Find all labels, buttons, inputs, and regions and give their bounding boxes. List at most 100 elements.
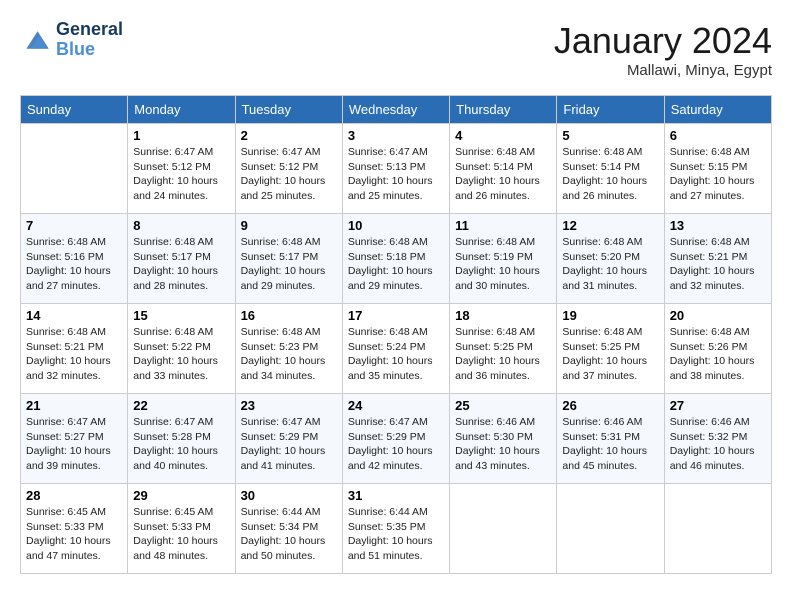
day-info: Sunrise: 6:47 AMSunset: 5:29 PMDaylight:… bbox=[348, 415, 444, 474]
table-row: 22 Sunrise: 6:47 AMSunset: 5:28 PMDayligh… bbox=[128, 394, 235, 484]
day-info: Sunrise: 6:47 AMSunset: 5:27 PMDaylight:… bbox=[26, 415, 122, 474]
location: Mallawi, Minya, Egypt bbox=[554, 62, 772, 79]
day-info: Sunrise: 6:48 AMSunset: 5:19 PMDaylight:… bbox=[455, 235, 551, 294]
table-row: 8 Sunrise: 6:48 AMSunset: 5:17 PMDaylight… bbox=[128, 214, 235, 304]
day-info: Sunrise: 6:47 AMSunset: 5:28 PMDaylight:… bbox=[133, 415, 229, 474]
day-number: 30 bbox=[241, 488, 337, 503]
day-info: Sunrise: 6:46 AMSunset: 5:31 PMDaylight:… bbox=[562, 415, 658, 474]
table-row: 14 Sunrise: 6:48 AMSunset: 5:21 PMDayligh… bbox=[21, 304, 128, 394]
day-number: 10 bbox=[348, 218, 444, 233]
day-info: Sunrise: 6:45 AMSunset: 5:33 PMDaylight:… bbox=[133, 505, 229, 564]
table-row bbox=[664, 484, 771, 574]
header-wednesday: Wednesday bbox=[342, 96, 449, 124]
calendar-table: Sunday Monday Tuesday Wednesday Thursday… bbox=[20, 95, 772, 574]
table-row bbox=[557, 484, 664, 574]
header-tuesday: Tuesday bbox=[235, 96, 342, 124]
day-info: Sunrise: 6:47 AMSunset: 5:29 PMDaylight:… bbox=[241, 415, 337, 474]
table-row: 6 Sunrise: 6:48 AMSunset: 5:15 PMDaylight… bbox=[664, 124, 771, 214]
table-row: 19 Sunrise: 6:48 AMSunset: 5:25 PMDayligh… bbox=[557, 304, 664, 394]
day-number: 31 bbox=[348, 488, 444, 503]
day-number: 8 bbox=[133, 218, 229, 233]
table-row: 18 Sunrise: 6:48 AMSunset: 5:25 PMDayligh… bbox=[450, 304, 557, 394]
calendar-row: 1 Sunrise: 6:47 AMSunset: 5:12 PMDaylight… bbox=[21, 124, 772, 214]
table-row: 25 Sunrise: 6:46 AMSunset: 5:30 PMDayligh… bbox=[450, 394, 557, 484]
day-number: 18 bbox=[455, 308, 551, 323]
day-number: 9 bbox=[241, 218, 337, 233]
table-row: 27 Sunrise: 6:46 AMSunset: 5:32 PMDayligh… bbox=[664, 394, 771, 484]
day-info: Sunrise: 6:48 AMSunset: 5:24 PMDaylight:… bbox=[348, 325, 444, 384]
day-info: Sunrise: 6:48 AMSunset: 5:14 PMDaylight:… bbox=[562, 145, 658, 204]
day-number: 21 bbox=[26, 398, 122, 413]
day-info: Sunrise: 6:48 AMSunset: 5:14 PMDaylight:… bbox=[455, 145, 551, 204]
day-info: Sunrise: 6:48 AMSunset: 5:20 PMDaylight:… bbox=[562, 235, 658, 294]
table-row: 23 Sunrise: 6:47 AMSunset: 5:29 PMDayligh… bbox=[235, 394, 342, 484]
day-number: 6 bbox=[670, 128, 766, 143]
logo: General Blue bbox=[20, 20, 123, 60]
day-number: 20 bbox=[670, 308, 766, 323]
day-info: Sunrise: 6:47 AMSunset: 5:13 PMDaylight:… bbox=[348, 145, 444, 204]
day-info: Sunrise: 6:46 AMSunset: 5:32 PMDaylight:… bbox=[670, 415, 766, 474]
day-info: Sunrise: 6:48 AMSunset: 5:21 PMDaylight:… bbox=[670, 235, 766, 294]
table-row: 15 Sunrise: 6:48 AMSunset: 5:22 PMDayligh… bbox=[128, 304, 235, 394]
day-number: 28 bbox=[26, 488, 122, 503]
table-row: 13Sunrise: 6:48 AMSunset: 5:21 PMDayligh… bbox=[664, 214, 771, 304]
day-info: Sunrise: 6:47 AMSunset: 5:12 PMDaylight:… bbox=[241, 145, 337, 204]
day-info: Sunrise: 6:44 AMSunset: 5:35 PMDaylight:… bbox=[348, 505, 444, 564]
header-monday: Monday bbox=[128, 96, 235, 124]
calendar-row: 7Sunrise: 6:48 AMSunset: 5:16 PMDaylight… bbox=[21, 214, 772, 304]
day-number: 4 bbox=[455, 128, 551, 143]
day-info: Sunrise: 6:47 AMSunset: 5:12 PMDaylight:… bbox=[133, 145, 229, 204]
page-header: General Blue January 2024 Mallawi, Minya… bbox=[20, 20, 772, 79]
logo-text: General Blue bbox=[56, 20, 123, 60]
day-info: Sunrise: 6:48 AMSunset: 5:15 PMDaylight:… bbox=[670, 145, 766, 204]
day-number: 16 bbox=[241, 308, 337, 323]
day-number: 14 bbox=[26, 308, 122, 323]
day-number: 29 bbox=[133, 488, 229, 503]
calendar-row: 21 Sunrise: 6:47 AMSunset: 5:27 PMDayligh… bbox=[21, 394, 772, 484]
table-row: 29 Sunrise: 6:45 AMSunset: 5:33 PMDayligh… bbox=[128, 484, 235, 574]
day-info: Sunrise: 6:48 AMSunset: 5:25 PMDaylight:… bbox=[455, 325, 551, 384]
day-number: 22 bbox=[133, 398, 229, 413]
table-row: 28 Sunrise: 6:45 AMSunset: 5:33 PMDayligh… bbox=[21, 484, 128, 574]
day-number: 19 bbox=[562, 308, 658, 323]
day-info: Sunrise: 6:48 AMSunset: 5:26 PMDaylight:… bbox=[670, 325, 766, 384]
table-row: 26 Sunrise: 6:46 AMSunset: 5:31 PMDayligh… bbox=[557, 394, 664, 484]
day-number: 5 bbox=[562, 128, 658, 143]
table-row: 5 Sunrise: 6:48 AMSunset: 5:14 PMDaylight… bbox=[557, 124, 664, 214]
table-row: 16Sunrise: 6:48 AMSunset: 5:23 PMDayligh… bbox=[235, 304, 342, 394]
title-block: January 2024 Mallawi, Minya, Egypt bbox=[554, 20, 772, 79]
logo-icon bbox=[20, 26, 52, 54]
calendar-row: 28 Sunrise: 6:45 AMSunset: 5:33 PMDayligh… bbox=[21, 484, 772, 574]
day-info: Sunrise: 6:45 AMSunset: 5:33 PMDaylight:… bbox=[26, 505, 122, 564]
header-saturday: Saturday bbox=[664, 96, 771, 124]
table-row: 30 Sunrise: 6:44 AMSunset: 5:34 PMDayligh… bbox=[235, 484, 342, 574]
table-row: 12 Sunrise: 6:48 AMSunset: 5:20 PMDayligh… bbox=[557, 214, 664, 304]
day-number: 24 bbox=[348, 398, 444, 413]
table-row: 24 Sunrise: 6:47 AMSunset: 5:29 PMDayligh… bbox=[342, 394, 449, 484]
table-row: 11Sunrise: 6:48 AMSunset: 5:19 PMDayligh… bbox=[450, 214, 557, 304]
day-info: Sunrise: 6:48 AMSunset: 5:25 PMDaylight:… bbox=[562, 325, 658, 384]
day-number: 12 bbox=[562, 218, 658, 233]
day-number: 1 bbox=[133, 128, 229, 143]
table-row: 10 Sunrise: 6:48 AMSunset: 5:18 PMDayligh… bbox=[342, 214, 449, 304]
day-info: Sunrise: 6:48 AMSunset: 5:18 PMDaylight:… bbox=[348, 235, 444, 294]
table-row bbox=[450, 484, 557, 574]
day-info: Sunrise: 6:46 AMSunset: 5:30 PMDaylight:… bbox=[455, 415, 551, 474]
day-number: 26 bbox=[562, 398, 658, 413]
day-info: Sunrise: 6:48 AMSunset: 5:21 PMDaylight:… bbox=[26, 325, 122, 384]
day-number: 23 bbox=[241, 398, 337, 413]
table-row: 2Sunrise: 6:47 AMSunset: 5:12 PMDaylight… bbox=[235, 124, 342, 214]
header-thursday: Thursday bbox=[450, 96, 557, 124]
day-info: Sunrise: 6:44 AMSunset: 5:34 PMDaylight:… bbox=[241, 505, 337, 564]
table-row: 31 Sunrise: 6:44 AMSunset: 5:35 PMDayligh… bbox=[342, 484, 449, 574]
day-info: Sunrise: 6:48 AMSunset: 5:22 PMDaylight:… bbox=[133, 325, 229, 384]
header-friday: Friday bbox=[557, 96, 664, 124]
day-number: 25 bbox=[455, 398, 551, 413]
day-number: 3 bbox=[348, 128, 444, 143]
day-number: 7 bbox=[26, 218, 122, 233]
table-row: 1 Sunrise: 6:47 AMSunset: 5:12 PMDaylight… bbox=[128, 124, 235, 214]
day-info: Sunrise: 6:48 AMSunset: 5:17 PMDaylight:… bbox=[133, 235, 229, 294]
table-row: 9Sunrise: 6:48 AMSunset: 5:17 PMDaylight… bbox=[235, 214, 342, 304]
day-number: 15 bbox=[133, 308, 229, 323]
day-number: 27 bbox=[670, 398, 766, 413]
